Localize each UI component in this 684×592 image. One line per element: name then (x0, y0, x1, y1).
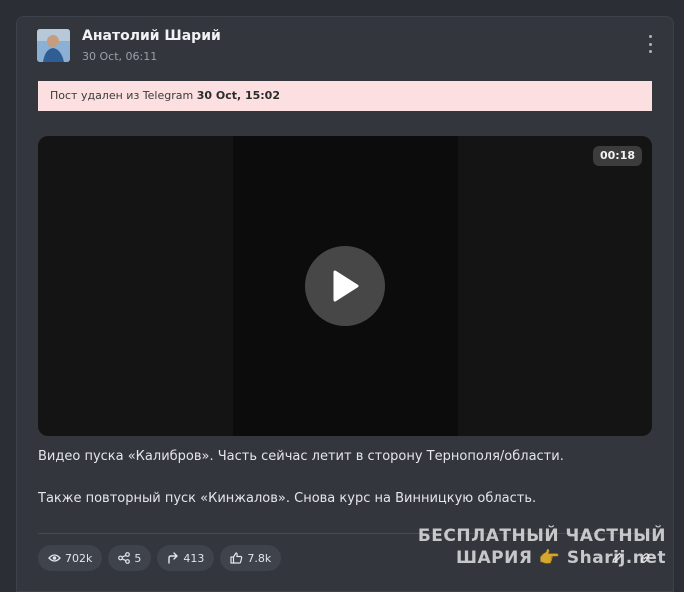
play-button[interactable] (305, 246, 385, 326)
post-text: Видео пуска «Калибров». Часть сейчас лет… (38, 448, 658, 532)
shares-stat[interactable]: 5 (108, 545, 152, 571)
eye-icon (48, 554, 61, 562)
deleted-notice: Пост удален из Telegram 30 Oct, 15:02 (38, 81, 652, 111)
play-icon (333, 270, 359, 302)
post-date: 30 Oct, 06:11 (82, 50, 158, 63)
reactions-stat[interactable]: 7.8k (220, 545, 282, 571)
post-stats: 702k 5 413 7.8k (38, 545, 282, 571)
thumbs-up-icon (230, 552, 243, 564)
more-options-icon[interactable] (645, 35, 655, 53)
forwards-count: 413 (183, 551, 205, 565)
views-count: 702k (65, 551, 93, 565)
post-card: Анатолий Шарий 30 Oct, 06:11 Пост удален… (16, 16, 674, 592)
deleted-notice-text: Пост удален из Telegram (50, 89, 194, 102)
divider (38, 533, 652, 534)
edit-icon[interactable] (611, 549, 623, 568)
video-duration: 00:18 (592, 146, 642, 166)
video-player[interactable]: 00:18 (38, 136, 652, 436)
views-stat[interactable]: 702k (38, 545, 103, 571)
post-text-line: Также повторный пуск «Кинжалов». Снова к… (38, 491, 537, 506)
forwards-stat[interactable]: 413 (157, 545, 215, 571)
share-icon (118, 552, 131, 564)
reactions-count: 7.8k (247, 551, 272, 565)
shares-count: 5 (134, 551, 142, 565)
post-actions (611, 549, 651, 568)
avatar[interactable] (37, 29, 70, 62)
post-text-line: Видео пуска «Калибров». Часть сейчас лет… (38, 449, 564, 464)
forward-icon (168, 552, 179, 564)
link-icon[interactable] (639, 549, 651, 568)
deleted-notice-date: 30 Oct, 15:02 (196, 89, 280, 102)
author-name[interactable]: Анатолий Шарий (82, 28, 221, 44)
